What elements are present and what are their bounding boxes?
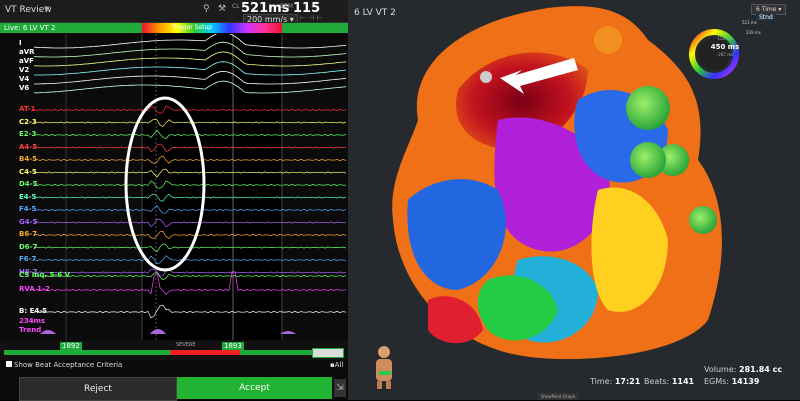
lead-trace: [33, 143, 347, 153]
lead-trace: [33, 155, 347, 164]
ruler-center-label: SEVERE: [176, 342, 196, 348]
egms-value: 14139: [731, 377, 760, 386]
trend-bump: [40, 330, 56, 334]
ring-top-value: 155 ms: [717, 36, 733, 41]
beat-marker-left[interactable]: 1892: [60, 342, 82, 350]
lead-label[interactable]: 234ms: [19, 317, 45, 325]
criteria-checkbox[interactable]: Show Beat Acceptance Criteria: [6, 361, 122, 369]
lead-label[interactable]: B4-5: [19, 155, 37, 163]
chevron-down-icon[interactable]: ▼: [44, 5, 49, 13]
lead-trace: [33, 193, 347, 202]
activation-map-panel: 6 LV VT 2 6 Time ▾ Stnd 155 ms 450 ms -2…: [348, 0, 800, 400]
lead-label[interactable]: RVA 1-2: [19, 285, 50, 293]
search-icon[interactable]: ⚲: [203, 4, 213, 14]
lead-trace: [33, 255, 347, 265]
lead-trace: [33, 268, 347, 277]
late-blob: [626, 86, 670, 130]
volume-label: Volume:: [704, 365, 737, 374]
lead-trace: [33, 168, 347, 178]
lead-trace: [33, 129, 347, 140]
beats-value: 1141: [671, 377, 695, 386]
lead-label[interactable]: B6-7: [19, 230, 37, 238]
lead-label[interactable]: B: E4-5: [19, 307, 47, 315]
lead-label[interactable]: I: [19, 39, 22, 47]
egms-label: EGMs:: [704, 377, 730, 386]
ring-bottom-value: -287 ms: [716, 52, 734, 57]
cycle-length-label: CL: [232, 3, 240, 10]
map-beats: Beats: 1141: [644, 377, 694, 386]
map-time: Time: 17:21: [590, 377, 640, 386]
lead-trace: [33, 205, 347, 214]
electrogram-panel: VT Review ▼ ⚲ ⚒ CL 521ms BPM 115 200 mm/…: [0, 0, 348, 401]
orientation-figure-icon[interactable]: [370, 345, 398, 389]
beats-label: Beats:: [644, 377, 670, 386]
trigger-setup-label: Trigger Setup: [172, 24, 213, 31]
lead-label[interactable]: AT-1: [19, 105, 35, 113]
lead-trace: [33, 105, 347, 115]
lead-label[interactable]: V6: [19, 84, 29, 92]
lead-label[interactable]: aVF: [19, 57, 34, 65]
lead-label[interactable]: F6-7: [19, 255, 36, 263]
lead-label[interactable]: E2-3: [19, 130, 36, 138]
lead-label[interactable]: G4-5: [19, 218, 37, 226]
all-label: All: [334, 361, 344, 369]
lead-trace: [33, 41, 347, 58]
lead-trace: [34, 61, 347, 76]
lead-label[interactable]: V4: [19, 75, 29, 83]
tool-icon[interactable]: ⚒: [218, 4, 228, 14]
timeline-scroll-thumb[interactable]: [312, 348, 344, 358]
late-blob: [630, 142, 666, 178]
lead-trace: [33, 180, 347, 189]
trend-bump: [150, 329, 166, 334]
lead-trace: [33, 51, 347, 67]
map-egms: EGMs: 14139: [704, 377, 759, 386]
beat-marker-right[interactable]: 1893: [222, 342, 244, 350]
lead-label[interactable]: E4-5: [19, 193, 36, 201]
lead-trace: [33, 34, 347, 49]
lead-label[interactable]: D6-7: [19, 243, 37, 251]
lead-label[interactable]: D4-5: [19, 180, 37, 188]
late-blob: [689, 206, 717, 234]
lead-trace: [34, 70, 347, 85]
activation-blob: [594, 26, 622, 54]
reject-button[interactable]: Reject: [19, 377, 177, 401]
expand-icon[interactable]: ⇲: [334, 379, 346, 397]
time-value: 17:21: [614, 377, 641, 386]
live-map-label: Live: 6 LV VT 2: [4, 24, 56, 32]
accept-button[interactable]: Accept: [177, 377, 332, 399]
lead-label[interactable]: V2: [19, 66, 29, 74]
view-tool-icons[interactable]: ⊢ ⊣ ⊢: [300, 14, 323, 22]
time-label: Time:: [590, 377, 613, 386]
bpm-label: BPM: [280, 3, 293, 10]
lead-trace: [33, 304, 347, 319]
ring-center-value: 450 ms: [710, 43, 740, 51]
beat-strip-selection[interactable]: [170, 350, 240, 355]
ring-right-value: 239 ms: [746, 30, 761, 35]
map-title: 6 LV VT 2: [354, 8, 396, 18]
review-toolbar: VT Review ▼ ⚲ ⚒ CL 521ms BPM 115 200 mm/…: [0, 0, 348, 25]
lead-label[interactable]: aVR: [19, 48, 35, 56]
showpoint-graph-tab[interactable]: ShowPoint Graph: [538, 393, 578, 400]
electrogram-traces: [33, 34, 347, 340]
display-mode-button[interactable]: Stnd: [756, 14, 776, 21]
criteria-label: Show Beat Acceptance Criteria: [14, 361, 123, 369]
ablation-point: [480, 71, 492, 83]
lead-label[interactable]: C2-3: [19, 118, 37, 126]
checkbox-icon[interactable]: [6, 361, 12, 367]
all-toggle[interactable]: ▪All: [330, 361, 343, 369]
lead-label[interactable]: Trend: [19, 326, 41, 334]
map-volume: Volume: 281.84 cc: [704, 365, 782, 374]
lead-label[interactable]: F4-5: [19, 205, 36, 213]
lead-label[interactable]: A4-5: [19, 143, 37, 151]
lead-label[interactable]: CS Inq. 5-6 V: [19, 271, 70, 279]
lead-trace: [33, 270, 347, 295]
lead-trace: [33, 231, 347, 239]
lead-trace: [33, 218, 347, 228]
ring-left-value: 521 ms: [742, 20, 757, 25]
trigger-setup-bar[interactable]: Trigger Setup: [142, 23, 282, 33]
lead-label[interactable]: C4-5: [19, 168, 37, 176]
volume-value: 281.84 cc: [739, 365, 783, 374]
